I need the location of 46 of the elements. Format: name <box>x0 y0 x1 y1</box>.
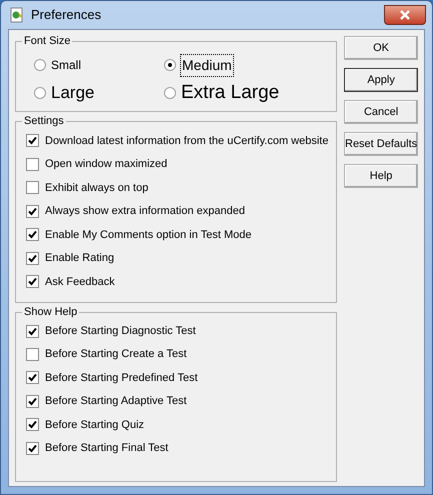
checkbox-label[interactable]: Before Starting Adaptive Test <box>45 393 187 410</box>
window-title: Preferences <box>31 6 102 24</box>
checkbox-label[interactable]: Exhibit always on top <box>45 180 148 196</box>
checkbox-label[interactable]: Enable My Comments option in Test Mode <box>45 226 252 243</box>
checkbox-label[interactable]: Before Starting Final Test <box>45 440 168 456</box>
radio-label[interactable]: Large <box>51 80 94 106</box>
checkbox[interactable] <box>26 228 39 242</box>
checkbox[interactable] <box>26 134 39 148</box>
group-title: Show Help <box>23 306 78 318</box>
checkbox[interactable] <box>26 418 39 432</box>
radio-button[interactable] <box>34 87 46 99</box>
dialog-button[interactable]: Apply <box>344 68 418 92</box>
dialog-button[interactable]: Reset Defaults <box>344 132 418 156</box>
group-title: Font Size <box>23 36 72 47</box>
radio-button[interactable] <box>164 59 176 71</box>
dialog-button[interactable]: Cancel <box>344 100 418 124</box>
close-button[interactable] <box>384 5 426 25</box>
close-icon <box>399 10 411 20</box>
dialog-button[interactable]: Help <box>344 164 418 188</box>
checkbox[interactable] <box>26 371 39 384</box>
group-title: Settings <box>23 116 65 127</box>
radio-label[interactable]: Medium <box>181 54 233 76</box>
checkbox[interactable] <box>26 394 39 408</box>
checkbox[interactable] <box>26 442 39 455</box>
checkbox-label[interactable]: Before Starting Create a Test <box>45 346 187 363</box>
checkbox[interactable] <box>26 348 39 362</box>
app-icon <box>9 7 25 23</box>
checkbox-label[interactable]: Download latest information from the uCertify.com website <box>45 132 328 149</box>
radio-label[interactable]: Small <box>51 56 82 74</box>
radio-label[interactable]: Extra Large <box>181 78 280 108</box>
dialog-button[interactable]: OK <box>344 36 418 60</box>
checkbox-label[interactable]: Always show extra information expanded <box>45 203 245 220</box>
checkbox[interactable] <box>26 181 39 194</box>
radio-button[interactable] <box>34 59 46 71</box>
checkbox-label[interactable]: Enable Rating <box>45 250 114 266</box>
checkbox[interactable] <box>26 204 39 218</box>
checkbox-label[interactable]: Ask Feedback <box>45 274 115 290</box>
checkbox-label[interactable]: Before Starting Predefined Test <box>45 370 198 386</box>
radio-button[interactable] <box>164 87 176 99</box>
checkbox[interactable] <box>26 252 39 265</box>
checkbox-label[interactable]: Before Starting Diagnostic Test <box>45 322 196 340</box>
checkbox[interactable] <box>26 275 39 288</box>
checkbox[interactable] <box>26 324 39 338</box>
checkbox[interactable] <box>26 158 39 171</box>
checkbox-label[interactable]: Open window maximized <box>45 156 168 172</box>
checkbox-label[interactable]: Before Starting Quiz <box>45 416 144 433</box>
